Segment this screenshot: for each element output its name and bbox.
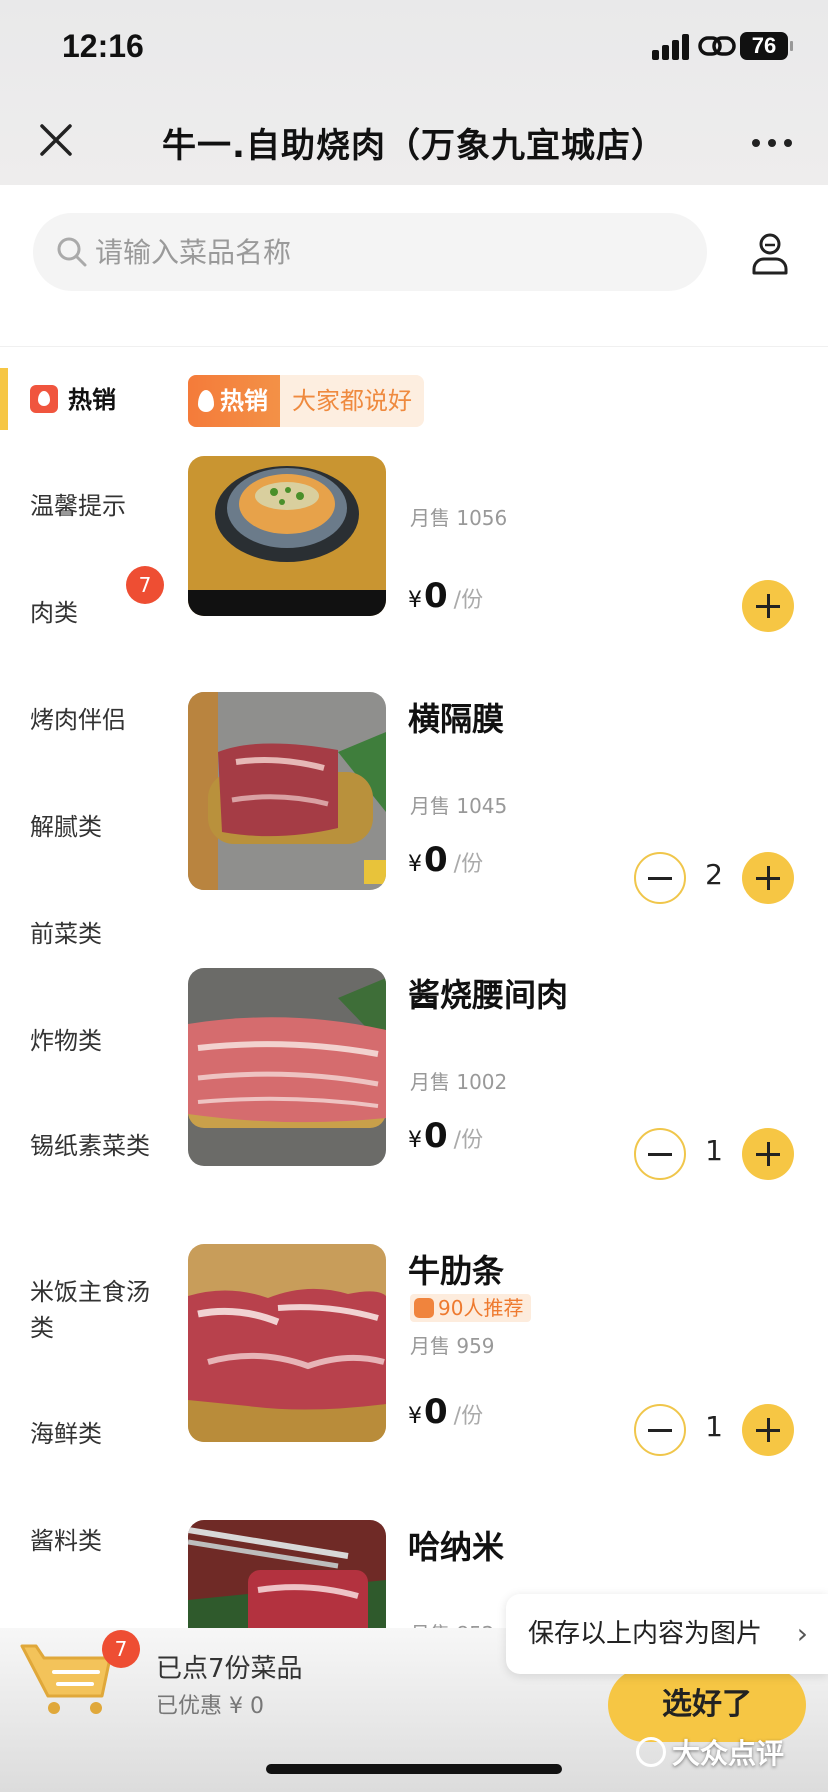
minus-button[interactable] <box>634 852 686 904</box>
cart-count-badge: 7 <box>102 1630 140 1668</box>
battery-indicator: 76 <box>740 32 793 60</box>
quantity-value: 2 <box>705 858 723 891</box>
dish-image[interactable] <box>188 692 386 890</box>
sidebar-item-tips[interactable]: 温馨提示 <box>0 488 170 524</box>
cart-summary: 已点7份菜品 <box>156 1654 303 1684</box>
dish-price: ¥0/份 <box>408 1392 484 1432</box>
recommend-icon <box>414 1297 434 1318</box>
category-sidebar: 热销 温馨提示 肉类 烤肉伴侣 解腻类 前菜类 炸物类 锡纸素菜类 米饭主食汤类… <box>0 368 170 1628</box>
save-as-image-popup[interactable]: 保存以上内容为图片 › <box>506 1594 828 1674</box>
hot-tag-slogan: 大家都说好 <box>280 375 424 427</box>
sidebar-item-foil-veg[interactable]: 锡纸素菜类 <box>0 1128 150 1164</box>
dish-sales: 月售 1045 <box>410 794 508 818</box>
watermark: 大众点评 <box>636 1732 784 1772</box>
page-title: 牛一.自助烧肉（万象九宜城店） <box>162 126 666 166</box>
quantity-value: 1 <box>705 1134 723 1167</box>
search-box[interactable] <box>33 213 707 291</box>
dish-item[interactable]: 月售 1056 ¥0/份 <box>188 456 828 632</box>
dish-sales: 月售 959 <box>410 1334 495 1358</box>
sidebar-item-hot[interactable]: 热销 <box>0 382 170 418</box>
dish-sales: 月售 852 <box>410 1618 495 1628</box>
sidebar-item-appetizer[interactable]: 前菜类 <box>0 916 170 952</box>
add-button[interactable] <box>742 852 794 904</box>
cart-discount: 已优惠 ¥ 0 <box>156 1694 264 1719</box>
save-as-image-label: 保存以上内容为图片 <box>528 1619 763 1649</box>
checkout-button[interactable]: 选好了 <box>608 1668 806 1742</box>
minus-button[interactable] <box>634 1128 686 1180</box>
link-icon <box>698 36 736 56</box>
nav-bar: 牛一.自助烧肉（万象九宜城店） <box>0 100 828 185</box>
sidebar-item-bbq-companion[interactable]: 烤肉伴侣 <box>0 702 170 738</box>
dish-name: 横隔膜 <box>408 700 505 738</box>
add-button[interactable] <box>742 1128 794 1180</box>
dish-item[interactable]: 横隔膜 月售 1045 ¥0/份 2 <box>188 692 828 904</box>
signal-icon <box>652 34 692 60</box>
dish-image[interactable] <box>188 456 386 616</box>
dish-price: ¥0/份 <box>408 1116 484 1156</box>
dish-price: ¥0/份 <box>408 576 484 616</box>
sidebar-item-seafood[interactable]: 海鲜类 <box>0 1416 170 1452</box>
add-button[interactable] <box>742 1404 794 1456</box>
sidebar-item-label: 热销 <box>68 386 116 414</box>
user-icon[interactable] <box>748 231 792 275</box>
status-bar: 12:16 76 <box>0 0 828 100</box>
chevron-right-icon: › <box>796 1617 808 1650</box>
status-time: 12:16 <box>62 28 144 64</box>
fire-icon <box>30 385 58 413</box>
hot-section-tag: 热销 大家都说好 <box>188 375 424 427</box>
dish-name: 酱烧腰间肉 <box>408 976 569 1014</box>
home-indicator[interactable] <box>266 1764 562 1774</box>
hot-tag-label: 热销 <box>188 375 280 427</box>
dish-image[interactable] <box>188 1244 386 1442</box>
dish-sales: 月售 1002 <box>410 1070 508 1094</box>
dish-sales: 月售 1056 <box>410 506 508 530</box>
sidebar-item-refresh[interactable]: 解腻类 <box>0 809 170 845</box>
dish-image[interactable] <box>188 1520 386 1628</box>
dish-item[interactable]: 牛肋条 90人推荐 月售 959 ¥0/份 1 <box>188 1244 828 1456</box>
dianping-logo-icon <box>636 1737 666 1767</box>
meat-count-badge: 7 <box>126 566 164 604</box>
quantity-value: 1 <box>705 1410 723 1443</box>
dish-item[interactable]: 酱烧腰间肉 月售 1002 ¥0/份 1 <box>188 968 828 1180</box>
sidebar-item-rice-soup[interactable]: 米饭主食汤类 <box>0 1274 150 1346</box>
sidebar-item-fried[interactable]: 炸物类 <box>0 1023 170 1059</box>
minus-button[interactable] <box>634 1404 686 1456</box>
dish-name: 牛肋条 <box>408 1252 505 1290</box>
dish-image[interactable] <box>188 968 386 1166</box>
add-button[interactable] <box>742 580 794 632</box>
recommend-badge: 90人推荐 <box>410 1294 532 1322</box>
sidebar-item-sauce[interactable]: 酱料类 <box>0 1523 170 1559</box>
search-icon <box>57 237 87 267</box>
dish-price: ¥0/份 <box>408 840 484 880</box>
search-row <box>0 185 828 347</box>
flame-icon <box>198 390 214 412</box>
search-input[interactable] <box>95 227 655 277</box>
more-icon[interactable] <box>748 136 798 150</box>
dish-name: 哈纳米 <box>408 1528 505 1566</box>
